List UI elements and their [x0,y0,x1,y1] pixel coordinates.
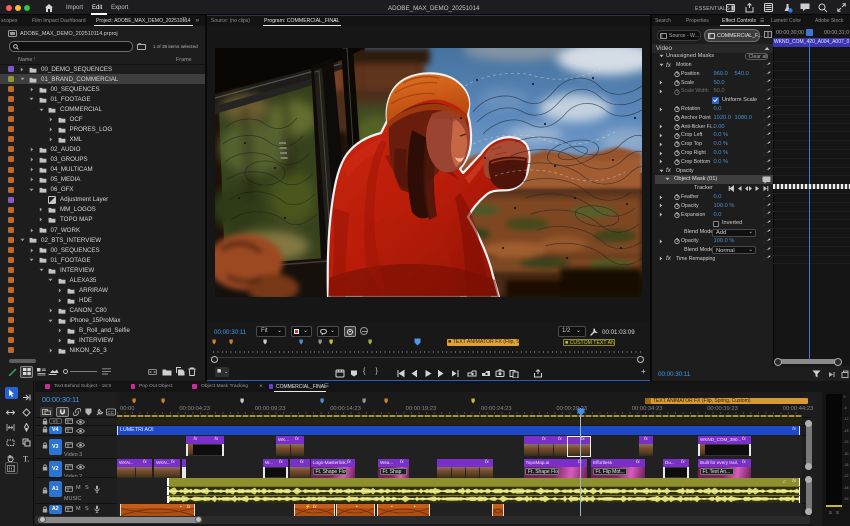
svg-text:CC: CC [108,410,115,415]
svg-text:T.: T. [23,454,29,463]
